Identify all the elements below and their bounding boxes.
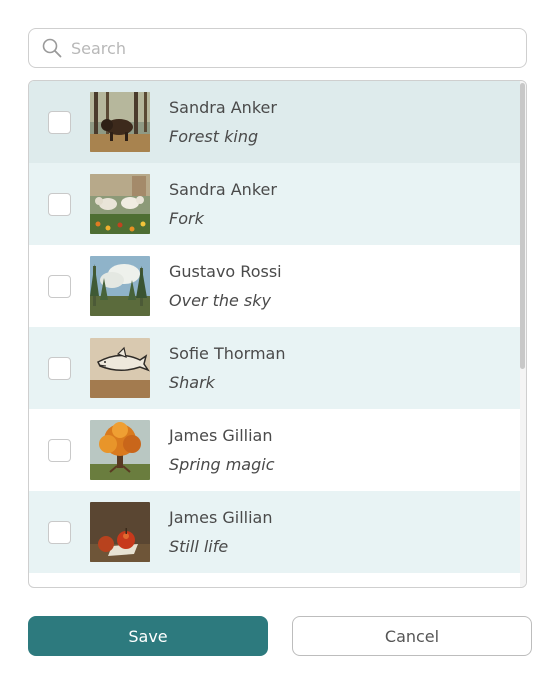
- list-item[interactable]: James Gillian Still life: [29, 491, 521, 573]
- artwork-title: Spring magic: [169, 454, 275, 474]
- item-checkbox[interactable]: [48, 110, 71, 134]
- artwork-title: Forest king: [169, 126, 259, 146]
- search-icon: [41, 37, 63, 59]
- item-checkbox[interactable]: [48, 274, 71, 298]
- artwork-title: Fork: [169, 208, 204, 228]
- item-checkbox[interactable]: [48, 438, 71, 462]
- search-input[interactable]: [71, 29, 526, 67]
- list-scrollbar[interactable]: [520, 81, 526, 587]
- item-checkbox[interactable]: [48, 520, 71, 544]
- scrollbar-thumb[interactable]: [520, 83, 525, 369]
- artist-name: Sandra Anker: [169, 179, 277, 199]
- list-item[interactable]: James Gillian Spring magic: [29, 409, 521, 491]
- artist-name: Sandra Anker: [169, 97, 277, 117]
- list-item[interactable]: Sandra Anker Forest king: [29, 81, 521, 163]
- item-checkbox[interactable]: [48, 192, 71, 216]
- cancel-button[interactable]: Cancel: [292, 616, 532, 656]
- artwork-thumbnail: [90, 502, 150, 562]
- artwork-thumbnail: [90, 420, 150, 480]
- artist-name: Sofie Thorman: [169, 343, 286, 363]
- artwork-thumbnail: [90, 92, 150, 152]
- artwork-title: Over the sky: [169, 290, 271, 310]
- artist-name: James Gillian: [169, 507, 273, 527]
- artwork-title: Shark: [169, 372, 215, 392]
- list-item[interactable]: Sandra Anker Fork: [29, 163, 521, 245]
- list-item[interactable]: Gustavo Rossi Over the sky: [29, 245, 521, 327]
- artwork-thumbnail: [90, 338, 150, 398]
- save-button[interactable]: Save: [28, 616, 268, 656]
- list-item[interactable]: Sofie Thorman Shark: [29, 327, 521, 409]
- artist-name: James Gillian: [169, 425, 273, 445]
- artwork-title: Still life: [169, 536, 229, 556]
- artwork-list[interactable]: Sandra Anker Forest king Sandra Anker Fo…: [28, 80, 527, 588]
- artist-name: Gustavo Rossi: [169, 261, 282, 281]
- artwork-thumbnail: [90, 256, 150, 316]
- artwork-thumbnail: [90, 174, 150, 234]
- item-checkbox[interactable]: [48, 356, 71, 380]
- search-box[interactable]: [28, 28, 527, 68]
